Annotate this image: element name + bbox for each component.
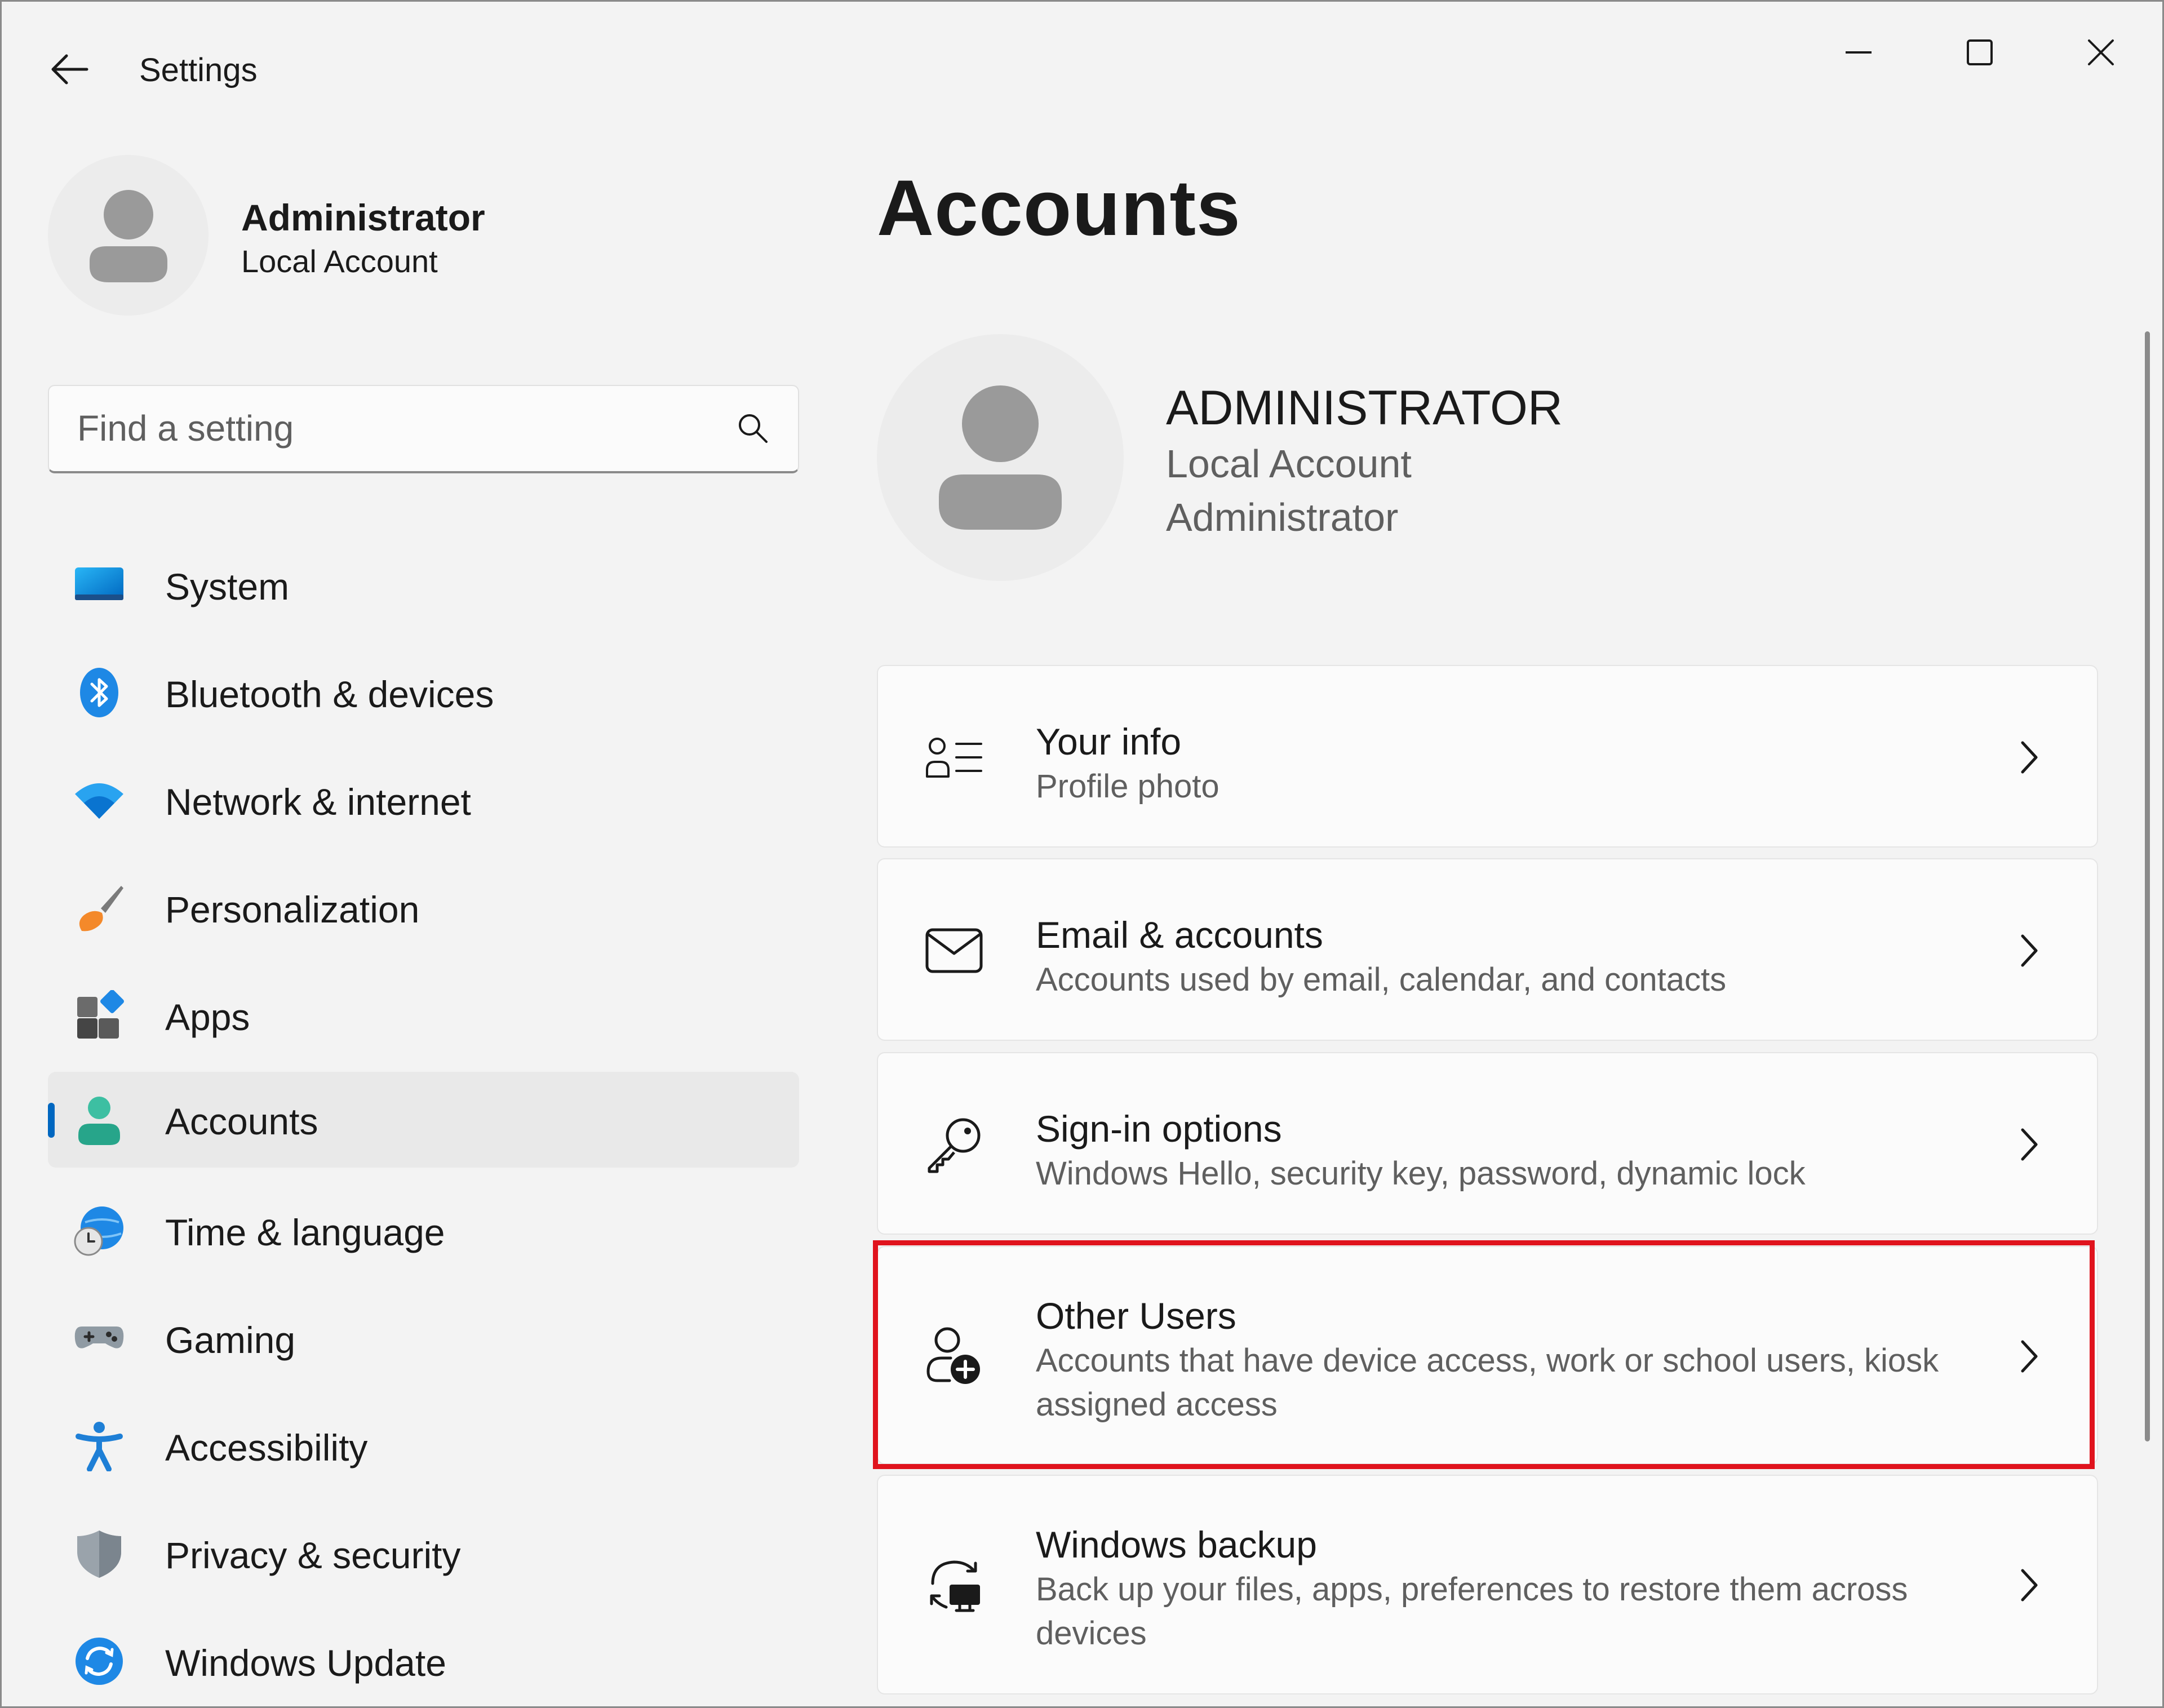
wifi-icon [74, 775, 125, 826]
sidebar-item-personalization[interactable]: Personalization [48, 860, 799, 956]
sidebar-item-label: Apps [165, 996, 250, 1038]
chevron-right-icon [2012, 1122, 2046, 1167]
system-icon [74, 560, 125, 610]
chevron-right-icon [2012, 735, 2046, 780]
card-windows-backup[interactable]: Windows backup Back up your files, apps,… [877, 1475, 2098, 1694]
card-title: Windows backup [1036, 1524, 1317, 1565]
card-description: Windows Hello, security key, password, d… [1036, 1155, 1806, 1192]
user-avatar-icon [939, 385, 1062, 530]
bluetooth-icon [74, 667, 125, 718]
sidebar-item-privacy-security[interactable]: Privacy & security [48, 1506, 799, 1601]
sidebar-item-windows-update[interactable]: Windows Update [48, 1613, 799, 1706]
card-title: Email & accounts [1036, 914, 1323, 956]
sidebar-item-accessibility[interactable]: Accessibility [48, 1398, 799, 1494]
profile-name: Administrator [241, 197, 485, 238]
card-description: Accounts used by email, calendar, and co… [1036, 961, 1727, 998]
sidebar-item-label: System [165, 566, 290, 607]
update-icon [74, 1636, 125, 1687]
search-icon[interactable] [736, 411, 770, 445]
close-icon [2088, 39, 2114, 65]
chevron-right-icon [2012, 1334, 2046, 1379]
scrollbar[interactable] [2145, 331, 2150, 1441]
sidebar-item-label: Accounts [165, 1101, 318, 1142]
sidebar-item-label: Bluetooth & devices [165, 673, 494, 715]
globe-clock-icon [74, 1205, 125, 1256]
search-input[interactable] [77, 386, 697, 471]
sidebar-item-label: Personalization [165, 889, 420, 930]
card-title: Other Users [1036, 1295, 1236, 1337]
card-description: Back up your files, apps, preferences to… [1036, 1571, 1908, 1652]
account-avatar[interactable] [877, 334, 1124, 581]
maximize-icon [1967, 39, 1993, 65]
minimize-button[interactable] [1811, 19, 1906, 86]
card-title: Your info [1036, 721, 1182, 762]
card-your-info[interactable]: Your info Profile photo [877, 665, 2098, 848]
apps-icon [74, 990, 125, 1041]
gamepad-icon [74, 1313, 125, 1364]
card-email-accounts[interactable]: Email & accounts Accounts used by email,… [877, 858, 2098, 1041]
account-role: Administrator [1166, 495, 1399, 539]
profile-avatar[interactable] [48, 155, 209, 316]
sidebar-item-label: Accessibility [165, 1427, 368, 1469]
add-user-icon [923, 1325, 985, 1387]
card-description: Accounts that have device access, work o… [1036, 1342, 1939, 1423]
page-title: Accounts [877, 163, 1241, 252]
app-title: Settings [139, 52, 258, 88]
accessibility-icon [74, 1421, 125, 1471]
sidebar-item-accounts[interactable]: Accounts [48, 1072, 799, 1168]
maximize-button[interactable] [1932, 19, 2028, 86]
title-bar: Settings [2, 2, 2162, 137]
sidebar-item-network[interactable]: Network & internet [48, 752, 799, 848]
card-sign-in-options[interactable]: Sign-in options Windows Hello, security … [877, 1052, 2098, 1235]
back-arrow-icon [51, 54, 88, 85]
minimize-icon [1846, 51, 1872, 54]
profile-account-type: Local Account [241, 243, 438, 279]
accounts-icon [74, 1094, 125, 1145]
search-box[interactable] [48, 385, 799, 473]
sidebar-item-label: Windows Update [165, 1642, 446, 1684]
sidebar-item-bluetooth[interactable]: Bluetooth & devices [48, 645, 799, 740]
card-description: Profile photo [1036, 768, 1220, 805]
chevron-right-icon [2012, 928, 2046, 973]
card-title: Sign-in options [1036, 1108, 1282, 1150]
chevron-right-icon [2012, 1563, 2046, 1608]
brush-icon [74, 882, 125, 933]
account-type: Local Account [1166, 442, 1412, 486]
back-button[interactable] [41, 41, 97, 97]
account-name: ADMINISTRATOR [1166, 381, 1563, 435]
key-icon [923, 1113, 985, 1175]
close-button[interactable] [2053, 19, 2149, 86]
active-indicator [48, 1103, 55, 1138]
sidebar-item-label: Time & language [165, 1212, 445, 1253]
sidebar-item-time-language[interactable]: Time & language [48, 1183, 799, 1279]
user-avatar-icon [89, 189, 167, 282]
mail-icon [923, 920, 985, 982]
sidebar-item-label: Network & internet [165, 781, 471, 823]
sidebar-item-label: Gaming [165, 1319, 296, 1361]
sidebar-item-label: Privacy & security [165, 1534, 461, 1576]
settings-window: Settings Administrator Local Account Fin… [0, 0, 2164, 1708]
card-other-users[interactable]: Other Users Accounts that have device ac… [877, 1246, 2098, 1465]
backup-icon [923, 1554, 985, 1616]
sidebar-item-system[interactable]: System [48, 537, 799, 633]
user-info-icon [923, 726, 985, 788]
sidebar-item-apps[interactable]: Apps [48, 968, 799, 1063]
sidebar-item-gaming[interactable]: Gaming [48, 1290, 799, 1386]
shield-icon [74, 1528, 125, 1579]
